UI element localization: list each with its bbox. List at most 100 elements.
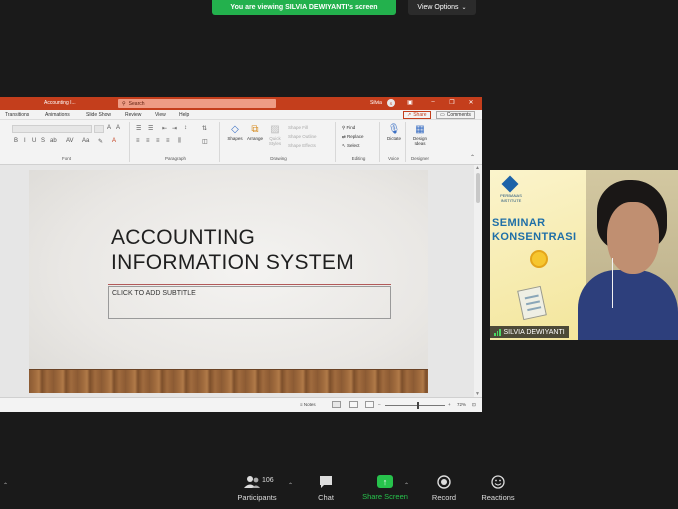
find-label: Find [346,125,356,130]
ribbon-display-icon[interactable]: ▣ [405,99,415,108]
ppt-share-button[interactable]: ↗ Share [403,111,431,119]
tab-view[interactable]: View [155,112,166,118]
zoom-out-icon[interactable]: – [378,402,381,407]
chevron-up-icon[interactable]: ⌃ [3,482,8,489]
ribbon-group-label: Voice [387,156,399,161]
replace-button[interactable]: ⇄ Replace [342,134,364,140]
reading-view-icon[interactable] [365,401,374,408]
participants-menu-caret[interactable]: ⌃ [288,482,293,489]
share-label: Share [413,112,427,118]
minimize-icon[interactable]: – [428,99,438,108]
subtitle-placeholder-text: CLICK TO ADD SUBTITLE [112,290,196,297]
increase-indent-icon[interactable]: ⇥ [172,125,177,132]
shape-fill-button[interactable]: Shape Fill [288,125,308,130]
highlight-icon[interactable]: ✎ [98,138,103,145]
share-icon: ↗ [407,112,412,118]
participant-name-tag: SILVIA DEWIYANTI [490,326,569,338]
arrange-button[interactable]: ⧉ Arrange [244,124,266,141]
share-screen-menu-caret[interactable]: ⌃ [404,482,409,489]
bullets-icon[interactable]: ☰ [136,125,141,132]
ppt-titlebar: Accounting I... ⚲ Search Silvia S ▣ – ❐ … [0,97,482,110]
vertical-scrollbar[interactable]: ▲ ▼ [474,165,482,397]
shrink-font-icon[interactable]: A [116,125,120,131]
notes-label: Notes [303,402,316,407]
char-spacing-icon[interactable]: AV [66,138,74,144]
signal-strength-icon [494,328,501,336]
font-size-dropdown[interactable] [94,125,104,133]
slide[interactable]: ACCOUNTING INFORMATION SYSTEM CLICK TO A… [29,170,428,393]
slide-title[interactable]: ACCOUNTING INFORMATION SYSTEM [111,225,354,275]
numbering-icon[interactable]: ☰ [148,125,153,132]
strikethrough-icon[interactable]: ab [50,138,57,144]
participants-label: Participants [237,493,277,502]
scrollbar-thumb[interactable] [476,173,480,203]
tab-review[interactable]: Review [125,112,141,118]
record-icon [437,475,451,489]
decrease-indent-icon[interactable]: ⇤ [162,125,167,132]
quick-styles-icon: ▨ [270,124,280,135]
tab-animations[interactable]: Animations [45,112,70,118]
ppt-search-box[interactable]: ⚲ Search [118,99,276,108]
participant-video[interactable]: PERBANAS INSTITUTE SEMINAR KONSENTRASI S… [490,170,678,340]
bold-icon[interactable]: B [14,138,18,144]
share-screen-label: Share Screen [362,492,408,501]
restore-icon[interactable]: ❐ [447,99,457,108]
share-screen-icon: ↑ [377,475,393,488]
shape-outline-button[interactable]: Shape Outline [288,134,317,139]
align-center-icon[interactable]: ≡ [146,138,150,144]
participants-button[interactable]: 106 Participants [232,475,282,502]
wood-floor-image [29,369,428,393]
viewing-banner: You are viewing SILVIA DEWIYANTI's scree… [212,0,396,15]
justify-icon[interactable]: ≡ [166,138,170,144]
notes-button[interactable]: ≡ Notes [300,402,316,407]
fit-slide-icon[interactable]: ⊡ [472,402,476,408]
quick-styles-label: Quick Styles [268,136,282,146]
select-button[interactable]: ↖ Select [342,143,360,149]
ribbon-group-designer: ▦ Design Ideas Designer [408,122,432,162]
zoom-in-icon[interactable]: + [448,402,451,407]
chat-label: Chat [318,493,334,502]
tab-help[interactable]: Help [179,112,189,118]
grow-font-icon[interactable]: A [107,125,111,131]
align-right-icon[interactable]: ≡ [156,138,160,144]
reactions-button[interactable]: Reactions [476,475,520,502]
zoom-slider-handle[interactable] [417,402,419,409]
subtitle-placeholder[interactable]: CLICK TO ADD SUBTITLE [108,286,391,319]
quick-styles-button[interactable]: ▨ Quick Styles [264,124,286,146]
change-case-icon[interactable]: Aa [82,138,89,144]
font-name-dropdown[interactable] [12,125,92,133]
line-spacing-icon[interactable]: ↕ [184,125,187,131]
slide-sorter-icon[interactable] [349,401,358,408]
normal-view-icon[interactable] [332,401,341,408]
find-button[interactable]: ⚲ Find [342,125,355,131]
columns-icon[interactable]: ⫼ [178,138,181,145]
scroll-up-icon[interactable]: ▲ [475,165,480,171]
tab-transitions[interactable]: Transitions [5,112,29,118]
shadow-icon[interactable]: S [41,138,45,144]
collapse-ribbon-icon[interactable]: ⌃ [470,154,475,161]
slide-title-line2: INFORMATION SYSTEM [111,251,355,274]
font-color-icon[interactable]: A [112,138,116,144]
shape-effects-button[interactable]: Shape Effects [288,143,316,148]
slide-editing-area: ACCOUNTING INFORMATION SYSTEM CLICK TO A… [0,165,482,412]
record-button[interactable]: Record [424,475,464,502]
zoom-level[interactable]: 72% [457,402,466,407]
smartart-icon[interactable]: ◫ [202,138,208,145]
underline-icon[interactable]: U [32,138,36,144]
chat-button[interactable]: Chat [310,475,342,502]
align-left-icon[interactable]: ≡ [136,138,140,144]
design-ideas-button[interactable]: ▦ Design Ideas [409,124,431,146]
italic-icon[interactable]: I [24,138,26,144]
close-icon[interactable]: ✕ [466,99,476,108]
design-ideas-icon: ▦ [415,124,425,135]
microphone-icon: 🎙 [387,124,401,135]
ppt-comments-button[interactable]: ▭ Comments [436,111,475,119]
shapes-button[interactable]: ◇ Shapes [224,124,246,141]
text-direction-icon[interactable]: ⇅ [202,125,207,132]
comments-label: Comments [446,112,471,118]
zoom-slider[interactable] [385,405,445,406]
view-options-button[interactable]: View Options ⌄ [408,0,476,15]
dictate-button[interactable]: 🎙 Dictate [383,124,405,141]
user-avatar[interactable]: S [387,99,395,107]
tab-slide-show[interactable]: Slide Show [86,112,111,118]
